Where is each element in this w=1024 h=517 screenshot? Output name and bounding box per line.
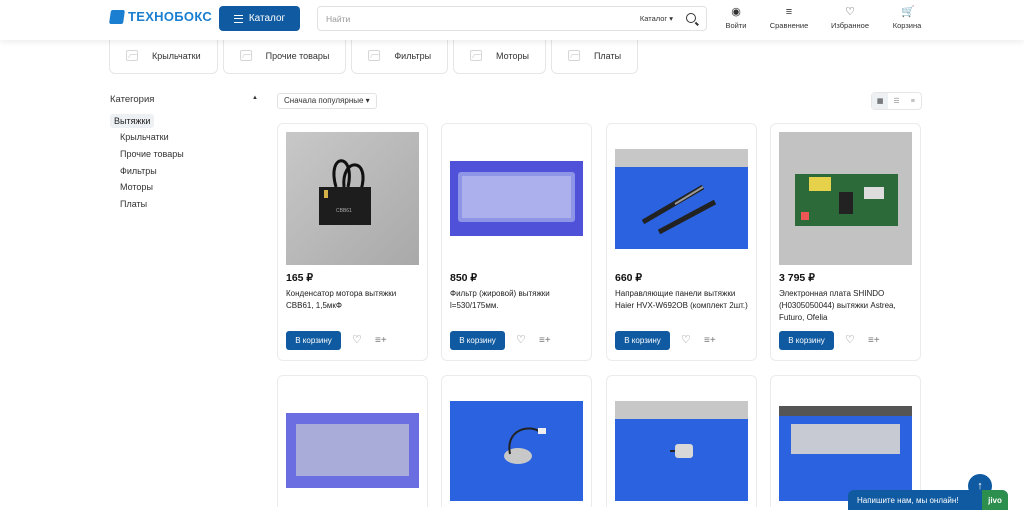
cart-icon: 🛒 [901, 6, 915, 18]
product-image[interactable] [450, 132, 583, 265]
search-icon[interactable] [686, 13, 696, 23]
product-card[interactable]: 850 ₽ Фильтр (жировой) вытяжки l=530/175… [441, 123, 592, 361]
product-card[interactable]: 3 795 ₽ Электронная плата SHINDO (H03050… [770, 123, 921, 361]
compare-icon[interactable]: ≡+ [539, 335, 551, 346]
svg-text:CBB61: CBB61 [336, 208, 352, 214]
product-price: 660 ₽ [615, 272, 643, 284]
user-icon: ◉ [731, 6, 741, 18]
menu-icon [233, 14, 243, 23]
compare-icon[interactable]: ≡+ [375, 335, 387, 346]
compact-view-icon[interactable]: ≡ [905, 93, 921, 109]
product-image[interactable] [615, 132, 748, 265]
sidebar-title[interactable]: Категория [110, 94, 154, 105]
chip-krylchatki[interactable]: Крыльчатки [109, 38, 218, 74]
heart-icon[interactable]: ♡ [845, 335, 855, 346]
view-switcher: ▦ ☰ ≡ [871, 92, 922, 110]
login-link[interactable]: ◉ Войти [711, 6, 761, 30]
compare-label: Сравнение [769, 21, 809, 30]
category-chips: Крыльчатки Прочие товары Фильтры Моторы … [109, 38, 639, 74]
cart-link[interactable]: 🛒 Корзина [882, 6, 932, 30]
image-placeholder-icon [239, 50, 252, 61]
compare-icon[interactable]: ≡+ [704, 335, 716, 346]
sort-select[interactable]: Сначала популярные ▾ [277, 93, 377, 109]
compare-icon[interactable]: ≡+ [868, 335, 880, 346]
favorites-link[interactable]: ♡ Избранное [825, 6, 875, 30]
logo[interactable]: ТЕХНОБОКС [109, 9, 213, 24]
image-placeholder-icon [470, 50, 483, 61]
search-input[interactable]: Найти [326, 14, 350, 24]
grid-view-icon[interactable]: ▦ [872, 93, 889, 109]
image-placeholder-icon [368, 50, 381, 61]
chip-motory[interactable]: Моторы [453, 38, 546, 74]
chip-filtry[interactable]: Фильтры [351, 38, 449, 74]
image-placeholder-icon [126, 50, 138, 61]
compare-link[interactable]: ≡ Сравнение [764, 6, 814, 30]
heart-icon[interactable]: ♡ [352, 335, 362, 346]
chip-platy[interactable]: Платы [550, 38, 639, 74]
image-placeholder-icon [567, 50, 580, 61]
product-image[interactable] [286, 384, 419, 517]
search-scope-select[interactable]: Каталог ▾ [640, 14, 673, 23]
cart-label: Корзина [892, 21, 922, 30]
sidebar-item-krylchatki[interactable]: Крыльчатки [120, 132, 169, 142]
logo-text: ТЕХНОБОКС [128, 9, 213, 24]
sidebar-item-filtry[interactable]: Фильтры [120, 166, 157, 176]
product-image[interactable] [779, 132, 912, 265]
sidebar-item-motory[interactable]: Моторы [120, 182, 153, 192]
add-to-cart-button[interactable]: В корзину [779, 331, 834, 350]
product-card[interactable]: CBB61 165 ₽ Конденсатор мотора вытяжки C… [277, 123, 428, 361]
heart-icon: ♡ [845, 6, 855, 18]
product-card[interactable] [277, 375, 428, 507]
product-price: 165 ₽ [286, 272, 314, 284]
product-card[interactable] [770, 375, 921, 507]
chip-prochie[interactable]: Прочие товары [222, 38, 347, 74]
caret-up-icon[interactable]: ▲ [252, 95, 258, 101]
product-title[interactable]: Конденсатор мотора вытяжки CBB61, 1,5мкФ [286, 288, 421, 312]
site-header: ТЕХНОБОКС Каталог Найти Каталог ▾ ◉ Войт… [0, 0, 1024, 40]
product-title[interactable]: Фильтр (жировой) вытяжки l=530/175мм. [450, 288, 585, 312]
chat-label: Напишите нам, мы онлайн! [857, 495, 959, 505]
favorites-label: Избранное [830, 21, 869, 30]
sidebar-item-vytyazhki[interactable]: Вытяжки [110, 114, 155, 128]
add-to-cart-button[interactable]: В корзину [615, 331, 670, 350]
add-to-cart-button[interactable]: В корзину [450, 331, 505, 350]
product-title[interactable]: Направляющие панели вытяжки Haier HVX-W6… [615, 288, 750, 312]
search-bar[interactable]: Найти Каталог ▾ [317, 6, 707, 31]
catalog-button-label: Каталог [248, 13, 286, 24]
product-card[interactable] [606, 375, 757, 507]
sidebar-item-platy[interactable]: Платы [120, 199, 147, 209]
jivo-logo: jivo [982, 490, 1008, 510]
product-image[interactable] [615, 384, 748, 517]
chat-widget[interactable]: Напишите нам, мы онлайн! jivo [848, 490, 1008, 510]
product-card[interactable]: 660 ₽ Направляющие панели вытяжки Haier … [606, 123, 757, 361]
product-title[interactable]: Электронная плата SHINDO (H0305050044) в… [779, 288, 914, 324]
product-image[interactable] [450, 384, 583, 517]
add-to-cart-button[interactable]: В корзину [286, 331, 341, 350]
logo-icon [109, 9, 125, 24]
product-card[interactable] [441, 375, 592, 507]
catalog-button[interactable]: Каталог [219, 6, 300, 31]
login-label: Войти [725, 21, 747, 30]
heart-icon[interactable]: ♡ [516, 335, 526, 346]
product-price: 850 ₽ [450, 272, 478, 284]
list-view-icon[interactable]: ☰ [888, 93, 904, 109]
product-image[interactable]: CBB61 [286, 132, 419, 265]
compare-icon: ≡ [785, 6, 793, 18]
product-price: 3 795 ₽ [779, 272, 815, 284]
sidebar-item-prochie[interactable]: Прочие товары [120, 149, 184, 159]
heart-icon[interactable]: ♡ [681, 335, 691, 346]
